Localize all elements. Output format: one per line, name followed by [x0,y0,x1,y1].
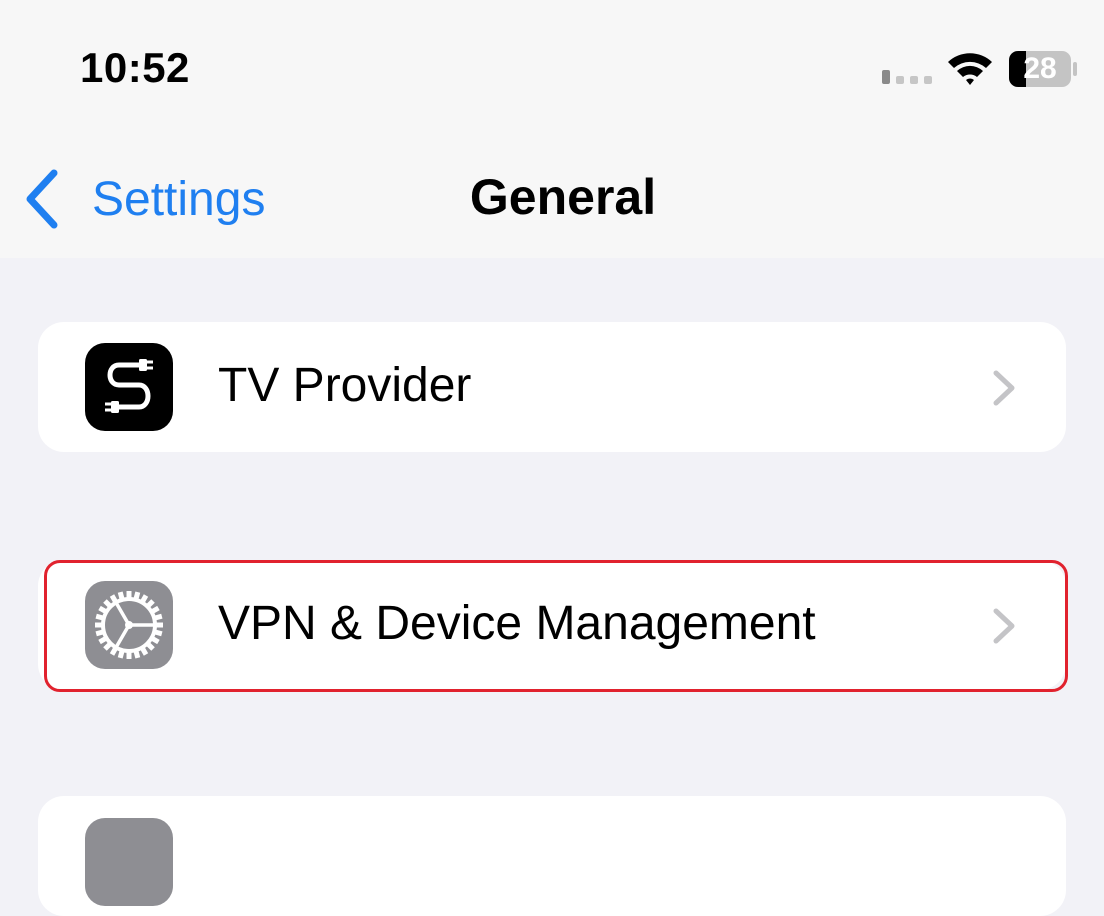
navigation-bar: Settings General [0,130,1104,258]
tv-provider-label: TV Provider [218,359,472,412]
gear-icon [85,581,173,669]
chevron-right-icon [993,608,1015,644]
cellular-signal-icon [882,70,932,84]
page-title: General [469,169,657,225]
status-time: 10:52 [80,44,190,91]
vpn-device-management-row[interactable]: VPN & Device Management [38,560,1066,690]
wifi-icon [948,53,992,85]
tv-provider-row[interactable]: TV Provider [38,322,1066,452]
tv-provider-icon [85,343,173,431]
next-row[interactable] [38,796,1066,916]
battery-level: 28 [1023,52,1057,85]
status-bar: 10:52 28 [0,0,1104,130]
settings-icon [85,818,173,906]
vpn-device-management-label: VPN & Device Management [218,597,816,650]
chevron-right-icon [993,370,1015,406]
